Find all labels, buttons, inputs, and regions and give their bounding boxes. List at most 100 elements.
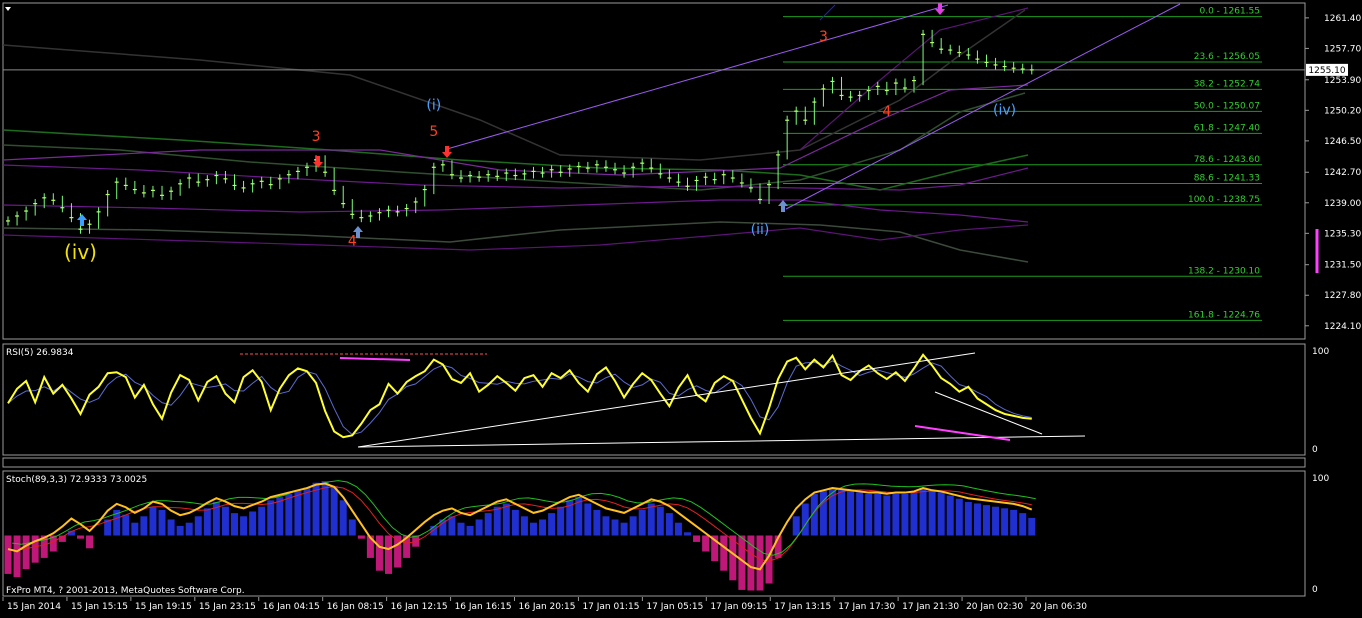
time-axis-label: 15 Jan 2014 — [7, 602, 61, 612]
fib-level-label: 88.6 - 1241.33 — [1194, 174, 1260, 184]
copyright-label: FxPro MT4, ? 2001-2013, MetaQuotes Softw… — [6, 586, 245, 596]
fib-level-label: 100.0 - 1238.75 — [1188, 195, 1260, 205]
stoch-histogram-bar — [258, 506, 266, 536]
stoch-histogram-bar — [593, 509, 601, 536]
price-axis-tick-label: 1257.70 — [1324, 44, 1361, 54]
stoch-histogram-bar — [330, 485, 338, 536]
wave-label: 4 — [882, 104, 891, 120]
stoch-histogram-bar — [303, 487, 311, 536]
stoch-histogram-bar — [584, 503, 592, 536]
stoch-histogram-bar — [702, 535, 710, 552]
wave-label: 4 — [348, 234, 357, 250]
time-axis-label: 15 Jan 15:15 — [71, 602, 128, 612]
stoch-histogram-bar — [457, 522, 465, 536]
stoch-histogram-bar — [1010, 509, 1018, 536]
time-axis-label: 17 Jan 01:15 — [582, 602, 639, 612]
stoch-histogram-bar — [140, 516, 148, 536]
wave-label: 3 — [312, 129, 321, 145]
stoch-histogram-bar — [665, 513, 673, 536]
fib-level-label: 161.8 - 1224.76 — [1188, 310, 1260, 320]
stoch-histogram-bar — [548, 513, 556, 536]
stoch-histogram-bar — [385, 535, 393, 574]
stoch-histogram-bar — [511, 509, 519, 536]
stoch-histogram-bar — [1019, 513, 1027, 536]
stoch-histogram-bar — [910, 492, 918, 536]
wave-label: 5 — [429, 124, 438, 140]
price-axis-tick-label: 1242.70 — [1324, 168, 1361, 178]
stoch-histogram-bar — [529, 522, 537, 536]
stoch-histogram-bar — [638, 509, 646, 536]
stoch-histogram-bar — [76, 535, 84, 539]
ma-curve — [2, 129, 1029, 191]
stoch-histogram-bar — [203, 508, 211, 536]
arrow-up-icon — [778, 200, 788, 212]
metatrader-chart-window: 0.0 - 1261.55 23.6 - 1256.05 38.2 - 1252.7… — [0, 0, 1362, 614]
stoch-histogram-bar — [919, 487, 927, 536]
separator-pane-frame — [2, 457, 1306, 468]
stoch-histogram-bar — [158, 509, 166, 536]
fib-level-label: 50.0 - 1250.07 — [1194, 101, 1260, 111]
envelope-curve — [819, 4, 836, 21]
stoch-histogram-bar — [874, 493, 882, 536]
stoch-histogram-bar — [294, 490, 302, 536]
fib-level-label: 78.6 - 1243.60 — [1194, 155, 1260, 165]
stoch-histogram-bar — [375, 535, 383, 571]
stoch-histogram-bar — [185, 522, 193, 536]
price-axis-tick-label: 1224.10 — [1324, 322, 1361, 332]
time-axis-label: 15 Jan 23:15 — [199, 602, 256, 612]
stoch-title: Stoch(89,3,3) 72.9333 73.0025 — [6, 475, 147, 485]
stoch-histogram-bar — [693, 535, 701, 542]
rsi-signal-line — [7, 360, 1032, 436]
stoch-histogram-bar — [493, 506, 501, 536]
stoch-histogram-bar — [167, 519, 175, 536]
stoch-axis-tick: 0 — [1312, 585, 1318, 595]
stoch-histogram-bar — [131, 522, 139, 536]
stoch-histogram-bar — [86, 535, 94, 549]
stoch-histogram-bar — [339, 500, 347, 536]
stoch-histogram-bar — [466, 525, 474, 536]
stoch-histogram-bar — [747, 535, 755, 591]
fib-level-label: 138.2 - 1230.10 — [1188, 266, 1260, 276]
wave-label: (i) — [426, 97, 441, 113]
stoch-histogram-bar — [656, 506, 664, 536]
stoch-histogram-bar — [484, 513, 492, 536]
stoch-histogram-bar — [847, 490, 855, 536]
stoch-histogram-bar — [801, 503, 809, 536]
fib-level-label: 0.0 - 1261.55 — [1200, 7, 1261, 17]
price-axis-tick-label: 1235.30 — [1324, 229, 1361, 239]
envelope-curve — [2, 199, 1029, 223]
current-price-label: 1255.10 — [1308, 66, 1345, 76]
stoch-histogram-bar — [856, 492, 864, 536]
stoch-histogram-bar — [122, 514, 130, 536]
stoch-histogram-bar — [276, 497, 284, 536]
time-axis-label: 17 Jan 17:30 — [838, 602, 895, 612]
time-axis-label: 16 Jan 20:15 — [519, 602, 576, 612]
fib-level-label: 38.2 - 1252.74 — [1194, 79, 1260, 89]
envelope-curve — [2, 84, 1029, 176]
stoch-histogram-bar — [982, 505, 990, 536]
wave-label: (iv) — [993, 102, 1016, 118]
trend-line — [446, 4, 949, 150]
stoch-histogram-bar — [792, 516, 800, 536]
stoch-histogram-bar — [756, 535, 764, 591]
time-axis-label: 16 Jan 08:15 — [327, 602, 384, 612]
fib-level-label: 23.6 - 1256.05 — [1194, 52, 1260, 62]
stoch-histogram-bar — [892, 493, 900, 536]
price-axis-tick-label: 1261.40 — [1324, 14, 1361, 24]
price-axis-tick-label: 1227.80 — [1324, 291, 1361, 301]
stoch-histogram-bar — [539, 519, 547, 536]
stoch-histogram-bar — [4, 535, 12, 574]
fib-level-label: 61.8 - 1247.40 — [1194, 123, 1260, 133]
envelope-curve — [2, 224, 1029, 251]
wave-label: 3 — [819, 29, 828, 45]
stoch-histogram-bar — [992, 506, 1000, 536]
stoch-histogram-bar — [964, 501, 972, 536]
stoch-histogram-bar — [684, 532, 691, 536]
time-axis-label: 16 Jan 16:15 — [455, 602, 512, 612]
stoch-histogram-bar — [475, 519, 483, 536]
stoch-histogram-bar — [502, 503, 510, 536]
stoch-histogram-bar — [611, 519, 619, 536]
time-axis-label: 16 Jan 04:15 — [263, 602, 320, 612]
chart-menu-triangle-icon[interactable] — [5, 7, 11, 11]
wave-label: (iv) — [64, 240, 97, 264]
